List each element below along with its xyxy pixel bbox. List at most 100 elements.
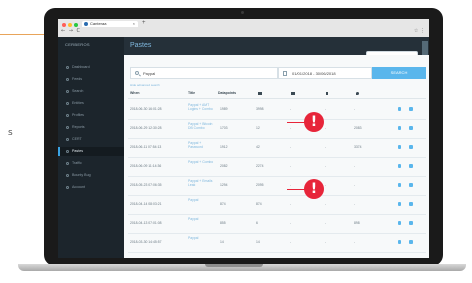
folder-icon[interactable]	[409, 202, 413, 206]
folder-icon[interactable]	[409, 126, 413, 130]
cell-c2: -	[290, 202, 292, 206]
browser-tab[interactable]: Canteraa ×	[82, 21, 138, 27]
cell-title[interactable]: Paypal + Combo	[188, 160, 216, 164]
browser-nav-buttons[interactable]: ← → C	[61, 28, 81, 34]
cell-c3: -	[325, 240, 327, 244]
cell-when: 2018-04-13 07:01:08	[130, 221, 162, 225]
cell-c2: -	[290, 221, 292, 225]
sidebar-item-search[interactable]: Search	[58, 87, 124, 96]
sidebar-item-bounty-bug[interactable]: Bounty Bug	[58, 171, 124, 180]
sidebar-item-reports[interactable]: Reports	[58, 123, 124, 132]
page-title: Pastes	[130, 42, 152, 49]
search-field[interactable]: Paypal	[130, 67, 278, 79]
folder-icon[interactable]	[409, 183, 413, 187]
cell-when: 2018-04-14 08:03:21	[130, 202, 162, 206]
cell-when: 2018-06-29 12:30:28	[130, 126, 162, 130]
sidebar-item-traffic[interactable]: Traffic	[58, 159, 124, 168]
close-window-icon[interactable]	[62, 23, 66, 27]
table-row[interactable]: 2018-06-09 11:14:36 Paypal + Combo 2082 227…	[128, 158, 426, 177]
cell-datapoints: 855	[220, 221, 226, 225]
cell-title[interactable]: Paypal	[188, 217, 216, 221]
cell-c1: 6	[256, 221, 258, 225]
cell-when: 2018-06-09 11:14:36	[130, 164, 162, 168]
table-row[interactable]: 2018-03-30 14:45:57 Paypal 14 14 - - -	[128, 234, 426, 253]
cell-c1: 2095	[256, 183, 264, 187]
advanced-search-link[interactable]: Hide advanced search	[130, 83, 160, 87]
sidebar-item-feeds[interactable]: Feeds	[58, 75, 124, 84]
sidebar-item-entities[interactable]: Entities	[58, 99, 124, 108]
delete-icon[interactable]	[398, 183, 401, 187]
table-row[interactable]: 2018-06-29 12:30:28 Paypal + Bitcoin DB C…	[128, 120, 426, 139]
cell-c2: -	[290, 126, 292, 130]
search-button[interactable]: SEARCH	[372, 67, 426, 79]
cell-title[interactable]: Paypal + Emails Leak	[188, 179, 216, 187]
location-column-icon	[356, 92, 359, 95]
search-input-value[interactable]: Paypal	[143, 68, 155, 80]
alert-marker: !	[304, 112, 324, 132]
cell-datapoints: 1912	[220, 145, 228, 149]
delete-icon[interactable]	[398, 240, 401, 244]
browser-menu-icons[interactable]: ☆ ⋮	[414, 28, 425, 34]
table-row[interactable]: 2018-05-23 07:06:35 Paypal + Emails Leak 1…	[128, 177, 426, 196]
cell-c1: 3998	[256, 107, 264, 111]
delete-icon[interactable]	[398, 164, 401, 168]
column-header-datapoints[interactable]: Datapoints	[218, 91, 236, 95]
date-range-value[interactable]: 01/01/2018 - 30/06/2018	[292, 68, 336, 80]
cell-title[interactable]: Paypal + Bitcoin DB Combo	[188, 122, 216, 130]
cell-c1: 2274	[256, 164, 264, 168]
sidebar-item-label: CERT	[72, 137, 82, 141]
laptop-notch	[205, 264, 263, 267]
card-column-icon	[291, 92, 295, 95]
sidebar-item-cert[interactable]: CERT	[58, 135, 124, 144]
minimize-window-icon[interactable]	[68, 23, 72, 27]
folder-icon[interactable]	[409, 240, 413, 244]
delete-icon[interactable]	[398, 145, 401, 149]
column-header-when[interactable]: When	[130, 91, 140, 95]
delete-icon[interactable]	[398, 221, 401, 225]
cell-datapoints: 14	[220, 240, 224, 244]
cell-c1: 12	[256, 126, 260, 130]
sidebar-item-account[interactable]: Account	[58, 183, 124, 192]
sidebar-item-label: Entities	[72, 101, 84, 105]
sidebar-item-label: Account	[72, 185, 85, 189]
cell-c2: -	[290, 145, 292, 149]
table-row[interactable]: 2018-06-11 07:54:13 Paypal + Password 1912…	[128, 139, 426, 158]
sidebar-item-pastes[interactable]: Pastes	[58, 147, 124, 156]
sidebar-item-profiles[interactable]: Profiles	[58, 111, 124, 120]
folder-icon[interactable]	[409, 164, 413, 168]
brand-logo: CERBEROS	[65, 42, 90, 47]
cell-title[interactable]: Paypal	[188, 198, 216, 202]
cell-title[interactable]: Paypal + Password	[188, 141, 216, 149]
cell-c4: -	[354, 240, 356, 244]
table-row[interactable]: 2018-04-14 08:03:21 Paypal 874 874 - - -	[128, 196, 426, 215]
profiles-icon	[66, 114, 69, 117]
bitcoin-column-icon	[326, 92, 328, 95]
cell-title[interactable]: Paypal	[188, 236, 216, 240]
table-row[interactable]: 2018-06-30 16:01:28 Paypal + AMT Logins +…	[128, 101, 426, 120]
cell-c4: 898	[354, 221, 360, 225]
feeds-icon	[66, 78, 69, 81]
folder-icon[interactable]	[409, 221, 413, 225]
cell-c1: 874	[256, 202, 262, 206]
cell-c3: -	[325, 107, 327, 111]
delete-icon[interactable]	[398, 107, 401, 111]
cell-c1: 14	[256, 240, 260, 244]
sidebar-item-dashboard[interactable]: Dashboard	[58, 63, 124, 72]
laptop-screen: Canteraa × + ← → C ☆ ⋮ CERBEROS Dashboar…	[58, 19, 429, 258]
date-range-field[interactable]: 01/01/2018 - 30/06/2018	[278, 67, 372, 79]
cell-title[interactable]: Paypal + AMT Logins + Combo	[188, 103, 216, 111]
folder-icon[interactable]	[409, 145, 413, 149]
delete-icon[interactable]	[398, 126, 401, 130]
page-side-glyph: s	[8, 128, 13, 138]
tab-close-icon[interactable]: ×	[133, 21, 135, 27]
table-row[interactable]: 2018-04-13 07:01:08 Paypal 855 6 - - 898	[128, 215, 426, 234]
folder-icon[interactable]	[409, 107, 413, 111]
new-tab-button[interactable]: +	[142, 20, 146, 26]
column-header-title[interactable]: Title	[188, 91, 195, 95]
cell-when: 2018-06-11 07:54:13	[130, 145, 162, 149]
maximize-window-icon[interactable]	[74, 23, 78, 27]
delete-icon[interactable]	[398, 202, 401, 206]
cell-datapoints: 1294	[220, 183, 228, 187]
favicon-icon	[84, 22, 88, 26]
cell-c3: -	[325, 183, 327, 187]
